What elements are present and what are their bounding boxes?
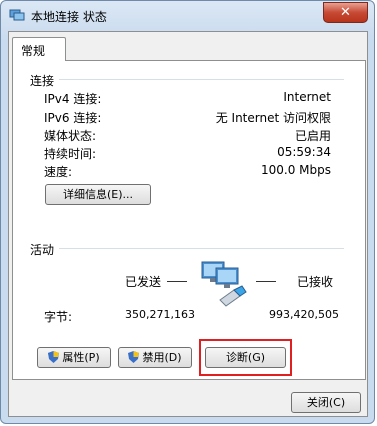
duration-label: 持续时间:	[44, 147, 97, 161]
connection-group-label: 连接	[30, 74, 55, 88]
uac-shield-icon	[48, 351, 60, 363]
ipv6-label: IPv6 连接:	[44, 111, 102, 125]
diagnose-highlight-box	[199, 339, 292, 376]
speed-label: 速度:	[44, 165, 73, 179]
details-button[interactable]: 详细信息(E)...	[45, 184, 151, 205]
general-panel	[12, 60, 366, 380]
sent-label: 已发送	[125, 275, 162, 289]
disable-button[interactable]: 禁用(D)	[118, 347, 192, 368]
network-adapter-icon	[9, 9, 25, 21]
media-state-value: 已启用	[294, 129, 331, 143]
sent-dash	[167, 281, 187, 282]
title-close-button[interactable]: ✕	[323, 2, 368, 23]
duration-value: 05:59:34	[277, 145, 331, 159]
received-label: 已接收	[297, 275, 334, 289]
bytes-label: 字节:	[44, 310, 73, 324]
title-bar[interactable]: 本地连接 状态 ✕	[1, 1, 374, 31]
close-button[interactable]: 关闭(C)	[291, 392, 361, 413]
tab-general[interactable]: 常规	[12, 37, 66, 61]
connection-group-divider	[59, 79, 344, 80]
properties-button-label: 属性(P)	[62, 351, 100, 364]
network-activity-icon	[201, 261, 247, 307]
uac-shield-icon	[128, 351, 140, 363]
speed-value: 100.0 Mbps	[260, 163, 331, 177]
disable-button-label: 禁用(D)	[142, 351, 182, 364]
activity-group-label: 活动	[30, 243, 55, 257]
ipv4-value: Internet	[283, 90, 331, 104]
status-dialog: 本地连接 状态 ✕ 常规 连接 IPv4 连接: Internet IPv6 连…	[0, 0, 375, 424]
media-state-label: 媒体状态:	[44, 129, 97, 143]
activity-group-divider	[59, 248, 344, 249]
window-title: 本地连接 状态	[31, 10, 107, 24]
received-dash	[256, 281, 276, 282]
bytes-received-value: 993,420,505	[269, 308, 339, 321]
properties-button[interactable]: 属性(P)	[37, 347, 111, 368]
bytes-sent-value: 350,271,163	[125, 308, 195, 321]
ipv6-value: 无 Internet 访问权限	[215, 111, 331, 125]
ipv4-label: IPv4 连接:	[44, 92, 102, 106]
